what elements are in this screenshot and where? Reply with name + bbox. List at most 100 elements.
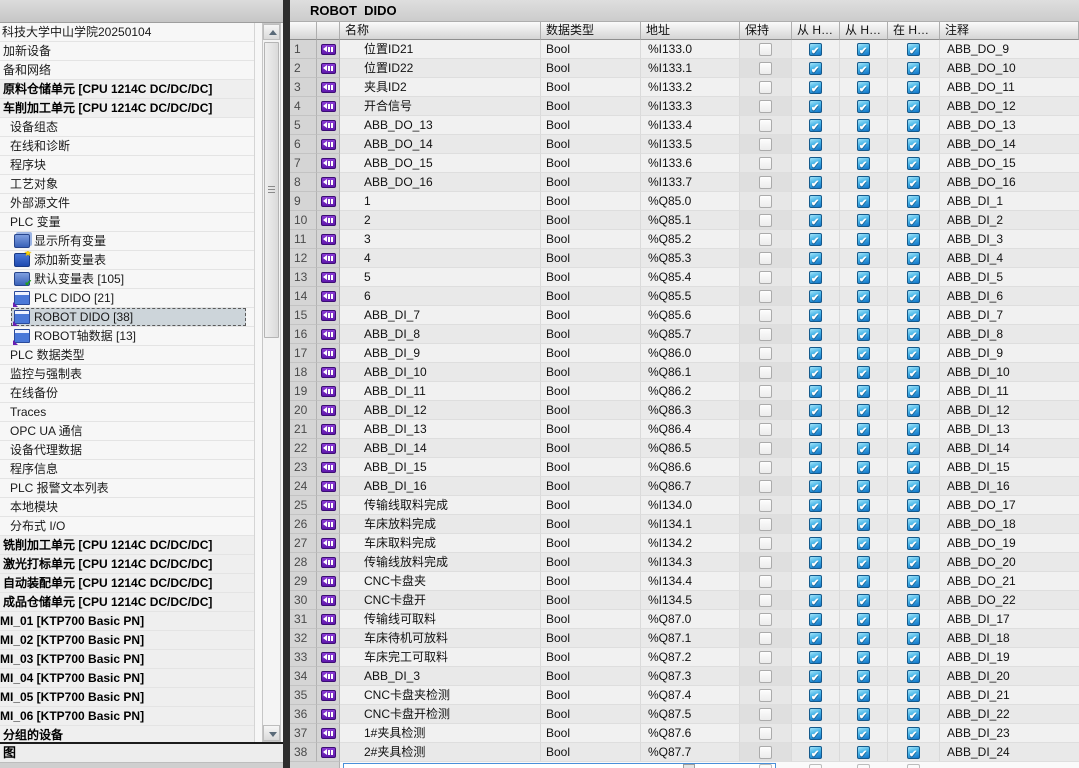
row-number[interactable]: 37 [290,724,317,743]
in-hmi-checkbox[interactable] [907,612,920,628]
add-row-hmi-checkbox[interactable] [907,764,920,768]
tag-comment-cell[interactable]: ABB_DO_21 [940,572,1079,591]
row-number[interactable]: 32 [290,629,317,648]
retain-checkbox[interactable] [759,251,772,265]
retain-checkbox[interactable] [759,422,772,436]
in-hmi-checkbox[interactable] [907,460,920,476]
sidebar-item[interactable]: Traces [0,403,254,422]
from-hmi-2-checkbox[interactable] [857,346,870,362]
sidebar-item[interactable]: MI_04 [KTP700 Basic PN] [0,669,254,688]
from-hmi-1-checkbox[interactable] [809,631,822,647]
tag-name-cell[interactable]: 6 [340,287,541,306]
row-number[interactable]: 29 [290,572,317,591]
tag-address-cell[interactable]: %Q85.3 [641,249,740,268]
from-hmi-1-checkbox[interactable] [809,745,822,761]
in-hmi-checkbox[interactable] [907,631,920,647]
retain-checkbox[interactable] [759,270,772,284]
tag-datatype-cell[interactable]: Bool [541,572,641,591]
sidebar-item[interactable]: 监控与强制表 [0,365,254,384]
sidebar-item[interactable]: 默认变量表 [105] [0,270,254,289]
sidebar-item[interactable]: MI_01 [KTP700 Basic PN] [0,612,254,631]
tag-comment-cell[interactable]: ABB_DO_19 [940,534,1079,553]
retain-checkbox[interactable] [759,688,772,702]
header-name[interactable]: 名称 [340,22,541,40]
tag-datatype-cell[interactable]: Bool [541,211,641,230]
from-hmi-1-checkbox[interactable] [809,99,822,115]
retain-checkbox[interactable] [759,80,772,94]
in-hmi-checkbox[interactable] [907,99,920,115]
tag-datatype-cell[interactable]: Bool [541,306,641,325]
retain-checkbox[interactable] [759,479,772,493]
tag-datatype-cell[interactable]: Bool [541,515,641,534]
in-hmi-checkbox[interactable] [907,517,920,533]
scroll-down-icon[interactable] [263,725,280,741]
retain-checkbox[interactable] [759,650,772,664]
in-hmi-checkbox[interactable] [907,175,920,191]
tag-address-cell[interactable]: %Q85.7 [641,325,740,344]
tag-comment-cell[interactable]: ABB_DI_9 [940,344,1079,363]
in-hmi-checkbox[interactable] [907,156,920,172]
from-hmi-1-checkbox[interactable] [809,232,822,248]
tag-datatype-cell[interactable]: Bool [541,116,641,135]
retain-checkbox[interactable] [759,441,772,455]
tag-comment-cell[interactable]: ABB_DI_23 [940,724,1079,743]
tag-comment-cell[interactable]: ABB_DI_12 [940,401,1079,420]
retain-checkbox[interactable] [759,156,772,170]
in-hmi-checkbox[interactable] [907,574,920,590]
tag-datatype-cell[interactable]: Bool [541,705,641,724]
retain-checkbox[interactable] [759,631,772,645]
tag-datatype-cell[interactable]: Bool [541,135,641,154]
from-hmi-2-checkbox[interactable] [857,479,870,495]
tag-address-cell[interactable]: %Q87.4 [641,686,740,705]
from-hmi-1-checkbox[interactable] [809,460,822,476]
tag-name-cell[interactable]: 开合信号 [340,97,541,116]
sidebar-item[interactable]: 本地模块 [0,498,254,517]
row-number[interactable]: 20 [290,401,317,420]
retain-checkbox[interactable] [759,175,772,189]
tag-name-cell[interactable]: CNC卡盘开 [340,591,541,610]
tag-name-cell[interactable]: ABB_DI_3 [340,667,541,686]
row-number[interactable]: 6 [290,135,317,154]
row-number[interactable]: 19 [290,382,317,401]
tag-address-cell[interactable]: %I133.7 [641,173,740,192]
from-hmi-1-checkbox[interactable] [809,498,822,514]
tag-comment-cell[interactable]: ABB_DI_11 [940,382,1079,401]
from-hmi-2-checkbox[interactable] [857,612,870,628]
tag-datatype-cell[interactable]: Bool [541,40,641,59]
tag-name-cell[interactable]: ABB_DO_13 [340,116,541,135]
sidebar-item[interactable]: 备和网络 [0,61,254,80]
retain-checkbox[interactable] [759,574,772,588]
tag-datatype-cell[interactable]: Bool [541,249,641,268]
tag-comment-cell[interactable]: ABB_DO_15 [940,154,1079,173]
from-hmi-2-checkbox[interactable] [857,80,870,96]
retain-checkbox[interactable] [759,707,772,721]
in-hmi-checkbox[interactable] [907,289,920,305]
tag-comment-cell[interactable]: ABB_DI_2 [940,211,1079,230]
row-number[interactable]: 17 [290,344,317,363]
tag-datatype-cell[interactable]: Bool [541,553,641,572]
from-hmi-1-checkbox[interactable] [809,308,822,324]
in-hmi-checkbox[interactable] [907,441,920,457]
retain-checkbox[interactable] [759,536,772,550]
tag-datatype-cell[interactable]: Bool [541,534,641,553]
row-number[interactable]: 5 [290,116,317,135]
from-hmi-1-checkbox[interactable] [809,137,822,153]
in-hmi-checkbox[interactable] [907,536,920,552]
row-number[interactable]: 35 [290,686,317,705]
tag-name-cell[interactable]: 位置ID22 [340,59,541,78]
sidebar-item[interactable]: ROBOT轴数据 [13] [0,327,254,346]
from-hmi-2-checkbox[interactable] [857,555,870,571]
tag-name-cell[interactable]: 传输线放料完成 [340,553,541,572]
row-number[interactable]: 21 [290,420,317,439]
tag-name-cell[interactable]: 传输线取料完成 [340,496,541,515]
tag-address-cell[interactable]: %Q86.0 [641,344,740,363]
row-number[interactable]: 22 [290,439,317,458]
from-hmi-1-checkbox[interactable] [809,536,822,552]
tag-address-cell[interactable]: %Q85.0 [641,192,740,211]
sidebar-item[interactable]: 设备代理数据 [0,441,254,460]
tag-name-cell[interactable]: 车床取料完成 [340,534,541,553]
row-number[interactable]: 4 [290,97,317,116]
sidebar-item[interactable]: MI_05 [KTP700 Basic PN] [0,688,254,707]
row-number[interactable]: 3 [290,78,317,97]
in-hmi-checkbox[interactable] [907,346,920,362]
